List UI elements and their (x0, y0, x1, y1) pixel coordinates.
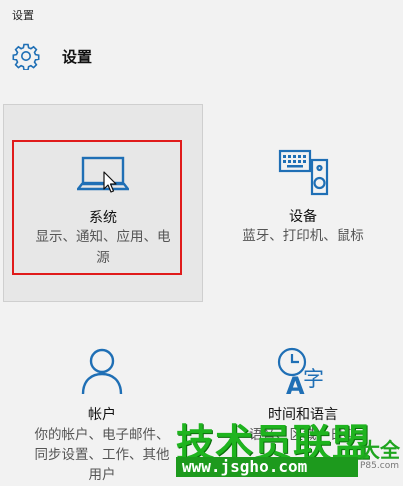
settings-header: 设置 (12, 42, 92, 70)
tile-system-desc-line1: 显示、通知、应用、电 (35, 229, 171, 245)
gear-icon (12, 43, 40, 70)
tile-system-label: 系统 (89, 210, 117, 226)
tile-devices-label: 设备 (289, 209, 317, 225)
tile-system-desc-line2: 源 (96, 250, 110, 266)
window-title: 设置 (12, 9, 34, 22)
tile-devices-desc-line1: 蓝牙、打印机、鼠标 (242, 228, 364, 244)
person-icon (81, 348, 123, 395)
svg-text:字: 字 (303, 367, 324, 391)
tile-system[interactable]: 系统 显示、通知、应用、电 源 (3, 104, 203, 302)
tile-devices[interactable]: 设备 蓝牙、打印机、鼠标 (205, 104, 401, 300)
clock-language-icon: A 字 (277, 347, 324, 400)
laptop-icon (77, 156, 129, 193)
watermark-small-text: P85.com (360, 461, 399, 471)
watermark-url: www.jsgho.com (182, 457, 308, 476)
watermark: 技术员联盟 大全 www.jsgho.com P85.com (168, 404, 403, 481)
watermark-daquan-text: 大全 (360, 438, 400, 462)
page-title: 设置 (62, 47, 93, 66)
keyboard-speaker-icon (278, 149, 329, 196)
